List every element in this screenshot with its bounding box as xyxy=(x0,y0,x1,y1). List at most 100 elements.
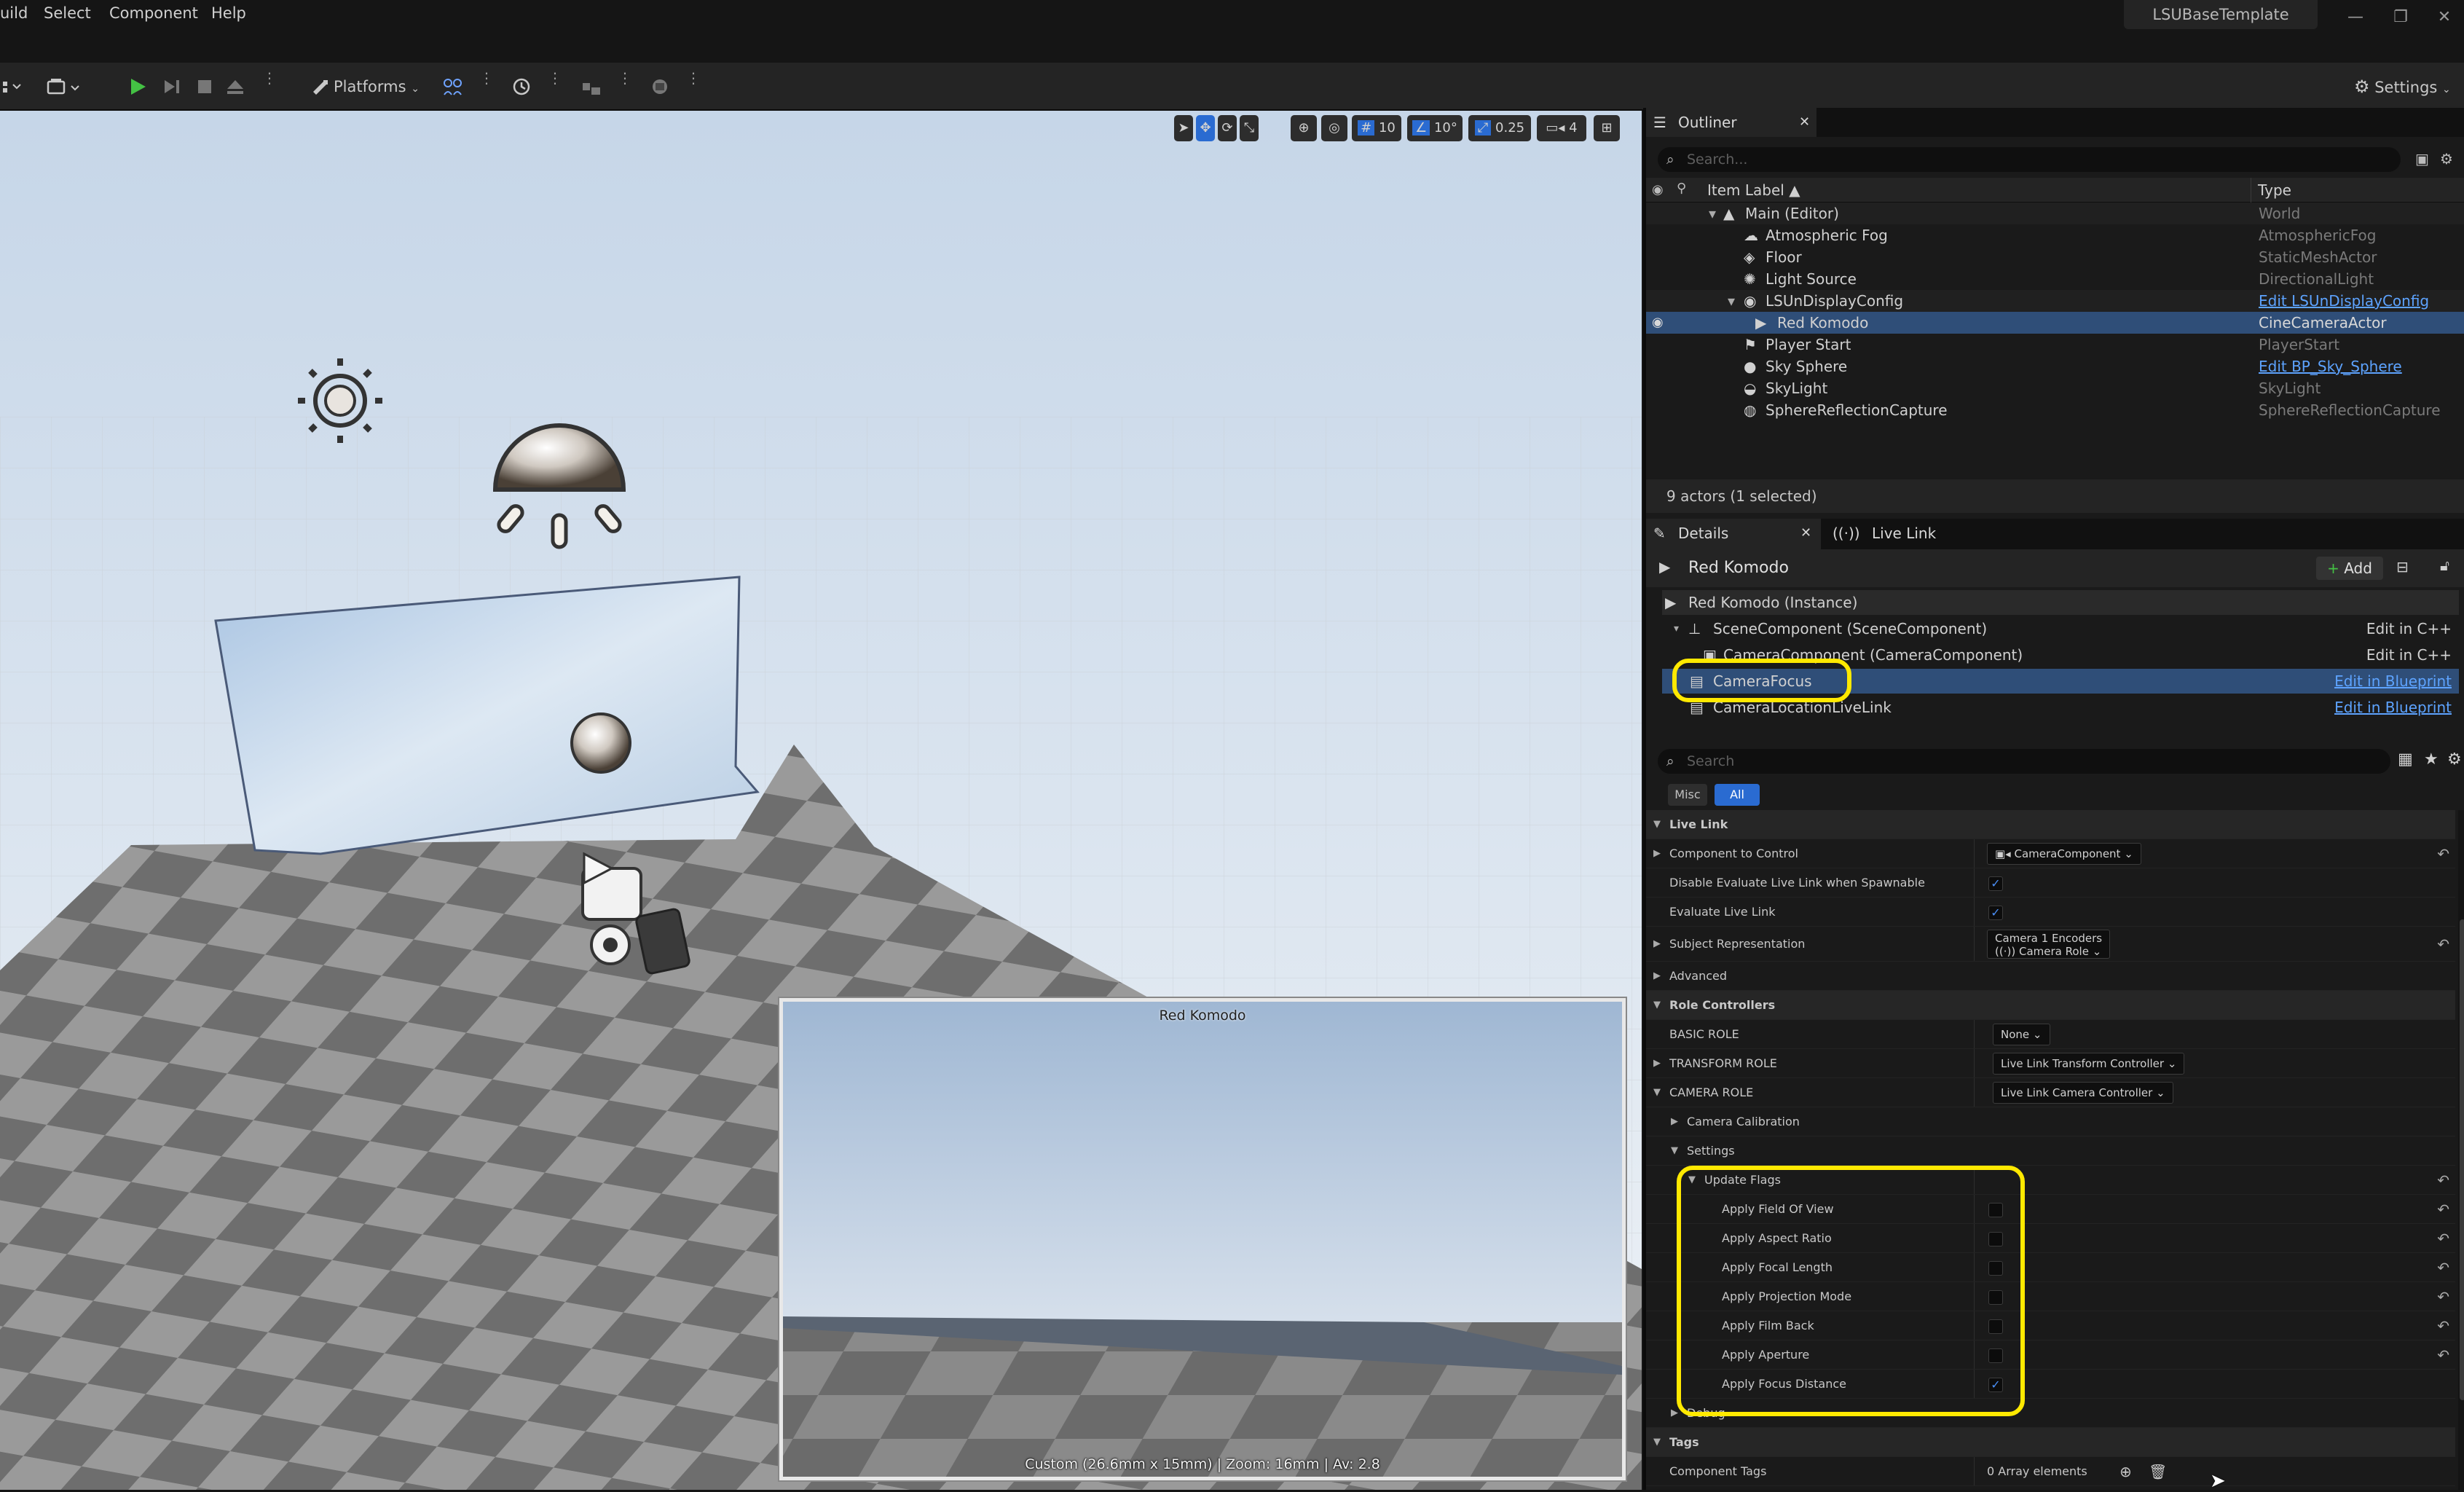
rotation-snap-button[interactable]: ∠ 10° xyxy=(1407,115,1463,141)
edit-in-cpp-link[interactable]: Edit in C++ xyxy=(2366,643,2452,667)
collapse-icon[interactable]: ▼ xyxy=(1688,1166,1696,1195)
project-tab[interactable]: LSUBaseTemplate xyxy=(2124,0,2318,29)
outliner-row-type-link[interactable]: Edit BP_Sky_Sphere xyxy=(2259,356,2402,377)
splitter[interactable] xyxy=(1974,1078,1975,1107)
outliner-row-player-start[interactable]: ⚑ Player Start PlayerStart xyxy=(1646,334,2464,356)
outliner-row-type-link[interactable]: Edit LSUnDisplayConfig xyxy=(2259,290,2429,312)
type-column[interactable]: Type xyxy=(2258,178,2291,203)
eject-icon[interactable] xyxy=(224,73,246,101)
prop-debug[interactable]: ▶ Debug xyxy=(1646,1399,2455,1428)
outliner-row-floor[interactable]: ◈ Floor StaticMeshActor xyxy=(1646,246,2464,268)
source-control-icon[interactable] xyxy=(441,73,465,101)
world-icon[interactable]: ⊕ xyxy=(1291,115,1317,141)
select-mode-icon[interactable]: ➤ xyxy=(1174,115,1193,141)
more-options-icon[interactable]: ⋮ xyxy=(686,71,701,98)
splitter[interactable] xyxy=(1974,1282,1975,1311)
tab-live-link[interactable]: ((·)) Live Link xyxy=(1828,519,1937,549)
camera-role-dropdown[interactable]: Live Link Camera Controller ⌄ xyxy=(1993,1082,2173,1104)
maximize-viewport-icon[interactable]: ⊞ xyxy=(1594,115,1620,141)
platforms-button[interactable]: Platforms ⌄ xyxy=(334,73,420,101)
expand-icon[interactable]: ▶ xyxy=(1653,927,1661,962)
close-window-button[interactable]: ✕ xyxy=(2430,4,2459,31)
reset-icon[interactable]: ↶ xyxy=(2437,839,2449,868)
splitter[interactable] xyxy=(1974,1049,1975,1077)
apply-focal-length-checkbox[interactable] xyxy=(1988,1261,2003,1276)
edit-in-blueprint-link[interactable]: Edit in Blueprint xyxy=(2334,695,2452,720)
more-options-icon[interactable]: ⋮ xyxy=(548,71,562,98)
rotate-icon[interactable]: ⟳ xyxy=(1218,115,1237,141)
expand-icon[interactable]: ▾ xyxy=(1709,203,1716,224)
settings-button[interactable]: ⚙ Settings ⌄ xyxy=(2354,73,2451,101)
grid-snap-button[interactable]: # 10 xyxy=(1352,115,1401,141)
reset-icon[interactable]: ↶ xyxy=(2437,1195,2449,1224)
tab-outliner[interactable]: ☰ Outliner ✕ xyxy=(1646,108,1816,137)
step-icon[interactable] xyxy=(162,73,184,101)
reset-icon[interactable]: ↶ xyxy=(2437,1282,2449,1311)
splitter[interactable] xyxy=(1974,868,1975,897)
reset-icon[interactable]: ↶ xyxy=(2437,1166,2449,1195)
apply-aspect-ratio-checkbox[interactable] xyxy=(1988,1232,2003,1246)
filter-all-button[interactable]: All xyxy=(1715,784,1760,806)
apply-film-back-checkbox[interactable] xyxy=(1988,1319,2003,1334)
splitter[interactable] xyxy=(1974,1311,1975,1340)
lock-icon[interactable]: 🔓︎ xyxy=(2440,557,2449,574)
menu-help[interactable]: Help xyxy=(211,0,246,26)
prop-advanced[interactable]: ▶ Advanced xyxy=(1646,962,2455,991)
prop-camera-calibration[interactable]: ▶ Camera Calibration xyxy=(1646,1107,2455,1136)
outliner-row-fog[interactable]: ☁ Atmospheric Fog AtmosphericFog xyxy=(1646,224,2464,246)
splitter[interactable] xyxy=(1974,1020,1975,1048)
reset-icon[interactable]: ↶ xyxy=(2437,1311,2449,1340)
gear-icon[interactable]: ⚙ xyxy=(2447,750,2462,769)
close-icon[interactable]: ✕ xyxy=(1799,108,1810,137)
splitter[interactable] xyxy=(1974,1457,1975,1485)
scale-snap-button[interactable]: ⤢ 0.25 xyxy=(1468,115,1531,141)
table-view-icon[interactable]: ▦ xyxy=(2398,750,2413,769)
build-icon[interactable] xyxy=(580,73,603,101)
basic-role-dropdown[interactable]: None ⌄ xyxy=(1993,1024,2050,1045)
splitter[interactable] xyxy=(1974,927,1975,961)
apply-focus-distance-checkbox[interactable]: ✓ xyxy=(1988,1378,2003,1392)
apply-aperture-checkbox[interactable] xyxy=(1988,1348,2003,1363)
expand-icon[interactable]: ▶ xyxy=(1653,839,1661,868)
content-icon[interactable] xyxy=(45,73,86,101)
menu-select[interactable]: Select xyxy=(44,0,91,26)
blueprint-options-icon[interactable]: ⊟ xyxy=(2396,558,2409,576)
disable-evaluate-checkbox[interactable]: ✓ xyxy=(1988,876,2003,891)
transform-role-dropdown[interactable]: Live Link Transform Controller ⌄ xyxy=(1993,1053,2185,1075)
mode-select-icon[interactable] xyxy=(1,73,23,101)
collapse-icon[interactable]: ▼ xyxy=(1653,1078,1661,1107)
scrollbar[interactable] xyxy=(2458,810,2464,1490)
splitter[interactable] xyxy=(1974,1195,1975,1223)
splitter[interactable] xyxy=(1974,1253,1975,1281)
splitter[interactable] xyxy=(1974,898,1975,926)
cinematics-icon[interactable] xyxy=(648,73,672,101)
play-options-icon[interactable]: ⋮ xyxy=(262,71,277,98)
splitter[interactable] xyxy=(1974,1340,1975,1369)
scrollbar-thumb[interactable] xyxy=(2460,919,2464,1400)
menu-component[interactable]: Component xyxy=(109,0,198,26)
tab-details[interactable]: ✎ Details ✕ xyxy=(1646,519,1821,549)
actor-name[interactable]: Red Komodo xyxy=(1688,549,1789,587)
expand-icon[interactable]: ▶ xyxy=(1653,1049,1661,1078)
outliner-row-sky-sphere[interactable]: ● Sky Sphere Edit BP_Sky_Sphere xyxy=(1646,356,2464,377)
minimize-button[interactable]: — xyxy=(2341,4,2370,31)
apply-projection-mode-checkbox[interactable] xyxy=(1988,1290,2003,1305)
add-element-icon[interactable]: ⊕ xyxy=(2119,1457,2132,1486)
splitter[interactable] xyxy=(1974,839,1975,868)
outliner-row-red-komodo[interactable]: ◉ ▶ Red Komodo CineCameraActor xyxy=(1646,312,2464,334)
filter-misc-button[interactable]: Misc xyxy=(1668,784,1707,806)
instance-row[interactable]: ▶ Red Komodo (Instance) xyxy=(1662,590,2459,615)
restore-button[interactable]: ❐ xyxy=(2386,4,2415,31)
category-role-controllers[interactable]: ▼ Role Controllers xyxy=(1646,991,2455,1020)
surface-snap-icon[interactable]: ◎ xyxy=(1321,115,1347,141)
component-row-scene[interactable]: ▾ ⊥ SceneComponent (SceneComponent) Edit… xyxy=(1662,616,2459,641)
splitter[interactable] xyxy=(1974,1166,1975,1194)
expand-icon[interactable]: ▾ xyxy=(1728,290,1735,312)
translate-icon[interactable]: ✥ xyxy=(1196,115,1215,141)
menu-build[interactable]: uild xyxy=(0,0,28,26)
camera-folder-icon[interactable]: ▣ xyxy=(2415,144,2429,173)
outliner-search-input[interactable]: ⌕ Search... xyxy=(1658,147,2401,172)
star-icon[interactable]: ★ xyxy=(2424,750,2439,769)
gear-icon[interactable]: ⚙ xyxy=(2440,144,2453,173)
splitter[interactable] xyxy=(1974,1224,1975,1252)
